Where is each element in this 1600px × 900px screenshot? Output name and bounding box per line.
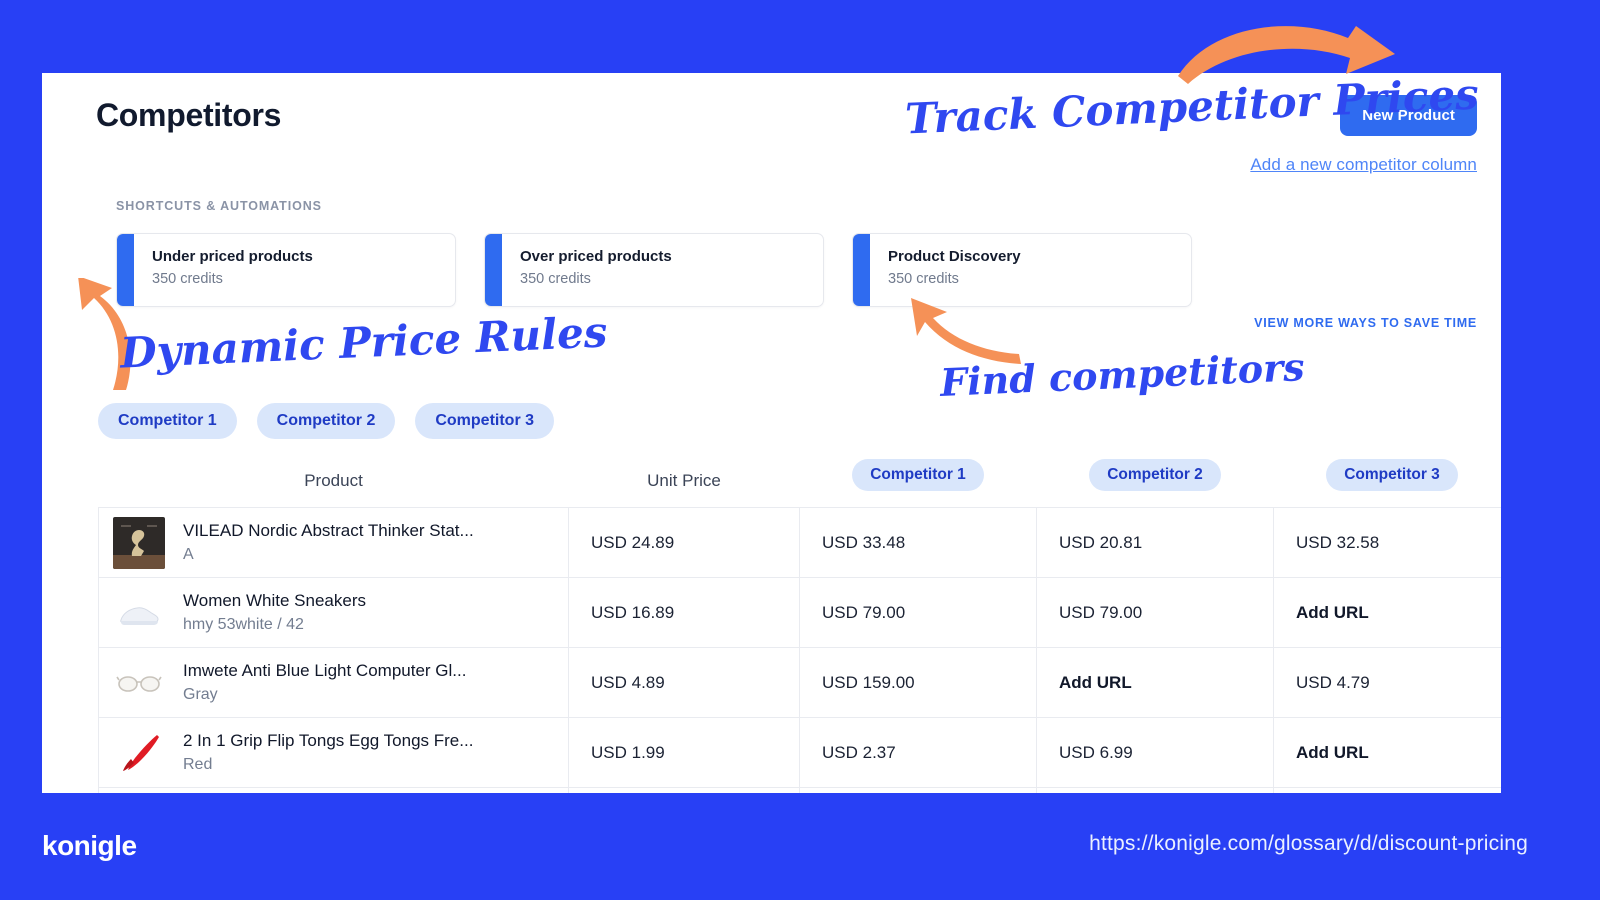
filter-pill-competitor-3[interactable]: Competitor 3 xyxy=(415,403,555,439)
cell-unit-price: USD 24.89 xyxy=(568,507,800,578)
cell-competitor-3[interactable]: Add URL xyxy=(1273,717,1501,788)
add-competitor-column-link[interactable]: Add a new competitor column xyxy=(1250,155,1477,175)
cell-competitor-1[interactable] xyxy=(799,787,1037,793)
table-row[interactable]: 2 In 1 Grip Flip Tongs Egg Tongs Fre... … xyxy=(98,717,1501,788)
table-body: VILEAD Nordic Abstract Thinker Stat... A… xyxy=(98,507,1501,793)
cell-unit-price: USD 16.89 xyxy=(568,577,800,648)
card-title: Over priced products xyxy=(520,248,672,265)
header-competitor-3: Competitor 3 xyxy=(1274,459,1502,508)
filter-pill-competitor-1[interactable]: Competitor 1 xyxy=(98,403,237,439)
header-competitor-2: Competitor 2 xyxy=(1037,459,1274,508)
product-variant: hmy 53white / 42 xyxy=(183,616,304,633)
cell-product[interactable]: 2 In 1 Grip Flip Tongs Egg Tongs Fre... … xyxy=(98,717,569,788)
shortcut-cards: Under priced products 350 credits Over p… xyxy=(116,233,1192,307)
cell-competitor-1[interactable]: USD 79.00 xyxy=(799,577,1037,648)
header-competitor-1: Competitor 1 xyxy=(800,459,1037,508)
shortcut-card-over-priced[interactable]: Over priced products 350 credits xyxy=(484,233,824,307)
tongs-thumbnail xyxy=(113,726,165,779)
table-row-partial[interactable] xyxy=(98,787,1501,793)
cell-unit-price: USD 4.89 xyxy=(568,647,800,718)
cell-competitor-2[interactable]: Add URL xyxy=(1036,647,1274,718)
footer-url: https://konigle.com/glossary/d/discount-… xyxy=(1089,832,1528,855)
glasses-thumbnail xyxy=(113,656,165,709)
cell-competitor-2[interactable] xyxy=(1036,787,1274,793)
product-name: VILEAD Nordic Abstract Thinker Stat... xyxy=(183,521,474,540)
cell-competitor-3[interactable]: USD 32.58 xyxy=(1273,507,1501,578)
competitor-filter-pills: Competitor 1 Competitor 2 Competitor 3 xyxy=(98,403,555,439)
header-pill-competitor-1[interactable]: Competitor 1 xyxy=(852,459,984,491)
product-variant: A xyxy=(183,546,194,563)
card-title: Under priced products xyxy=(152,248,313,265)
cell-competitor-2[interactable]: USD 6.99 xyxy=(1036,717,1274,788)
product-name: Imwete Anti Blue Light Computer Gl... xyxy=(183,661,467,680)
header-product: Product xyxy=(304,471,363,490)
card-accent-bar xyxy=(117,234,134,306)
table-head: Product Unit Price Competitor 1 Competit… xyxy=(99,459,1502,508)
cell-competitor-1[interactable]: USD 159.00 xyxy=(799,647,1037,718)
cell-product[interactable] xyxy=(98,787,569,793)
table-row[interactable]: VILEAD Nordic Abstract Thinker Stat... A… xyxy=(98,507,1501,578)
filter-pill-competitor-2[interactable]: Competitor 2 xyxy=(256,403,396,439)
product-variant: Red xyxy=(183,756,213,773)
app-panel: Competitors New Product Add a new compet… xyxy=(42,73,1501,793)
konigle-logo: konigle xyxy=(42,830,137,861)
shortcuts-section-label: SHORTCUTS & AUTOMATIONS xyxy=(116,199,322,213)
view-more-ways-link[interactable]: VIEW MORE WAYS TO SAVE TIME xyxy=(1254,316,1477,330)
competitors-table-wrapper: Product Unit Price Competitor 1 Competit… xyxy=(98,459,1501,793)
statue-thumbnail xyxy=(113,516,165,569)
card-subtitle: 350 credits xyxy=(520,270,591,287)
table-header-row: Product Unit Price Competitor 1 Competit… xyxy=(99,459,1502,508)
header-pill-competitor-2[interactable]: Competitor 2 xyxy=(1089,459,1221,491)
cell-competitor-3[interactable] xyxy=(1273,787,1501,793)
product-name: Women White Sneakers xyxy=(183,591,366,610)
cell-competitor-3[interactable]: USD 4.79 xyxy=(1273,647,1501,718)
cell-competitor-2[interactable]: USD 20.81 xyxy=(1036,507,1274,578)
card-subtitle: 350 credits xyxy=(888,270,959,287)
page-title: Competitors xyxy=(96,97,282,133)
cell-product[interactable]: Women White Sneakers hmy 53white / 42 xyxy=(98,577,569,648)
cell-product[interactable]: VILEAD Nordic Abstract Thinker Stat... A xyxy=(98,507,569,578)
card-body: Over priced products 350 credits xyxy=(502,234,672,306)
cell-product[interactable]: Imwete Anti Blue Light Computer Gl... Gr… xyxy=(98,647,569,718)
table-row[interactable]: Imwete Anti Blue Light Computer Gl... Gr… xyxy=(98,647,1501,718)
cell-unit-price xyxy=(568,787,800,793)
product-name: 2 In 1 Grip Flip Tongs Egg Tongs Fre... xyxy=(183,731,474,750)
cell-competitor-1[interactable]: USD 33.48 xyxy=(799,507,1037,578)
card-title: Product Discovery xyxy=(888,248,1021,265)
cell-competitor-2[interactable]: USD 79.00 xyxy=(1036,577,1274,648)
card-subtitle: 350 credits xyxy=(152,270,223,287)
header-pill-competitor-3[interactable]: Competitor 3 xyxy=(1326,459,1458,491)
header-unit-price: Unit Price xyxy=(647,471,721,490)
card-accent-bar xyxy=(853,234,870,306)
product-variant: Gray xyxy=(183,686,218,703)
competitors-table: Product Unit Price Competitor 1 Competit… xyxy=(98,459,1501,793)
sneaker-thumbnail xyxy=(113,586,165,639)
shortcut-card-under-priced[interactable]: Under priced products 350 credits xyxy=(116,233,456,307)
cell-competitor-3[interactable]: Add URL xyxy=(1273,577,1501,648)
card-accent-bar xyxy=(485,234,502,306)
card-body: Under priced products 350 credits xyxy=(134,234,313,306)
cell-unit-price: USD 1.99 xyxy=(568,717,800,788)
shortcut-card-product-discovery[interactable]: Product Discovery 350 credits xyxy=(852,233,1192,307)
cell-competitor-1[interactable]: USD 2.37 xyxy=(799,717,1037,788)
table-row[interactable]: Women White Sneakers hmy 53white / 42 US… xyxy=(98,577,1501,648)
card-body: Product Discovery 350 credits xyxy=(870,234,1021,306)
